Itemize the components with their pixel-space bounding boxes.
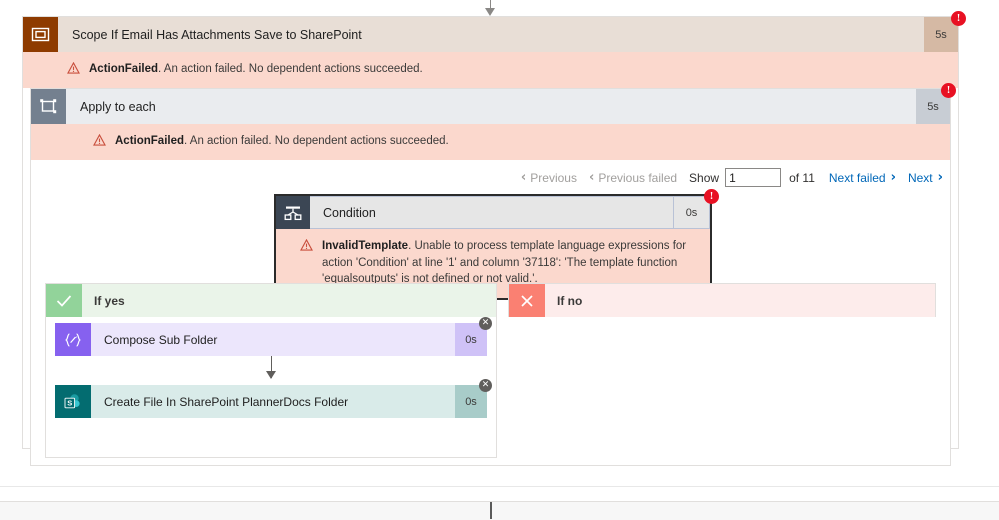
action-sharepoint-title: Create File In SharePoint PlannerDocs Fo…: [91, 385, 455, 418]
scope-error-badge: !: [951, 11, 966, 26]
warning-icon: [93, 134, 106, 146]
compose-icon: [55, 323, 91, 356]
condition-icon: [276, 196, 310, 229]
apply-to-each-error-strip: ActionFailed. An action failed. No depen…: [31, 124, 950, 160]
bottom-connector-line: [490, 502, 492, 519]
warning-icon: [67, 62, 80, 74]
branch-if-no-label: If no: [557, 293, 583, 308]
action-connector-arrowhead-icon: [266, 371, 276, 379]
action-create-file-sharepoint[interactable]: S Create File In SharePoint PlannerDocs …: [55, 385, 487, 418]
action-compose-title: Compose Sub Folder: [91, 323, 455, 356]
next-failed-button[interactable]: Next failed ›: [829, 170, 896, 185]
scope-error-text: ActionFailed. An action failed. No depen…: [89, 61, 423, 78]
scope-error-code: ActionFailed: [89, 63, 159, 75]
pagination-bar: ‹ Previous ‹ Previous failed Show of 11 …: [30, 168, 951, 187]
show-label: Show: [689, 170, 720, 185]
next-button[interactable]: Next ›: [908, 170, 943, 185]
apply-to-each-error-badge: !: [941, 83, 956, 98]
next-label: Next: [907, 170, 933, 185]
scope-error-strip: ActionFailed. An action failed. No depen…: [23, 52, 958, 88]
condition-title: Condition: [310, 196, 674, 229]
scope-icon: [23, 17, 58, 52]
apply-to-each-error-code: ActionFailed: [115, 135, 185, 147]
condition-error-code: InvalidTemplate: [322, 240, 409, 252]
chevron-right-icon: ›: [937, 170, 943, 185]
branch-if-no-header[interactable]: If no: [509, 284, 935, 317]
warning-icon: [300, 239, 313, 251]
chevron-right-icon: ›: [890, 170, 896, 185]
chevron-left-icon: ‹: [520, 170, 527, 185]
svg-text:S: S: [67, 398, 72, 407]
loop-icon: [31, 89, 66, 124]
apply-to-each-error-text: ActionFailed. An action failed. No depen…: [115, 133, 449, 150]
scope-error-message: . An action failed. No dependent actions…: [158, 63, 423, 75]
branch-if-yes-label: If yes: [94, 293, 125, 308]
page-total-label: of 11: [789, 170, 815, 185]
branch-if-no: If no: [508, 283, 936, 317]
scope-title: Scope If Email Has Attachments Save to S…: [72, 27, 362, 42]
next-failed-label: Next failed: [828, 170, 886, 185]
branch-if-yes-header[interactable]: If yes: [46, 284, 496, 317]
previous-failed-button[interactable]: ‹ Previous failed: [589, 170, 677, 185]
cross-icon: [509, 284, 545, 317]
sharepoint-icon: S: [55, 385, 91, 418]
scope-header[interactable]: Scope If Email Has Attachments Save to S…: [23, 17, 958, 52]
condition-error-text: InvalidTemplate. Unable to process templ…: [322, 238, 698, 288]
condition-error-badge: !: [704, 189, 719, 204]
previous-label: Previous: [530, 170, 577, 185]
bottom-divider: [0, 486, 999, 487]
apply-to-each-error-message: . An action failed. No dependent actions…: [184, 135, 449, 147]
previous-button[interactable]: ‹ Previous: [521, 170, 577, 185]
previous-failed-label: Previous failed: [598, 170, 678, 185]
check-icon: [46, 284, 82, 317]
apply-to-each-header[interactable]: Apply to each 5s: [31, 89, 950, 124]
condition-header[interactable]: Condition 0s: [276, 196, 710, 229]
action-compose-sub-folder[interactable]: Compose Sub Folder 0s: [55, 323, 487, 356]
connector-arrowhead-icon: [485, 8, 495, 16]
close-icon[interactable]: ✕: [479, 379, 492, 392]
page-number-input[interactable]: [725, 168, 782, 187]
close-icon[interactable]: ✕: [479, 317, 492, 330]
chevron-left-icon: ‹: [588, 170, 595, 185]
bottom-band: [0, 501, 999, 520]
apply-to-each-title: Apply to each: [80, 99, 156, 114]
